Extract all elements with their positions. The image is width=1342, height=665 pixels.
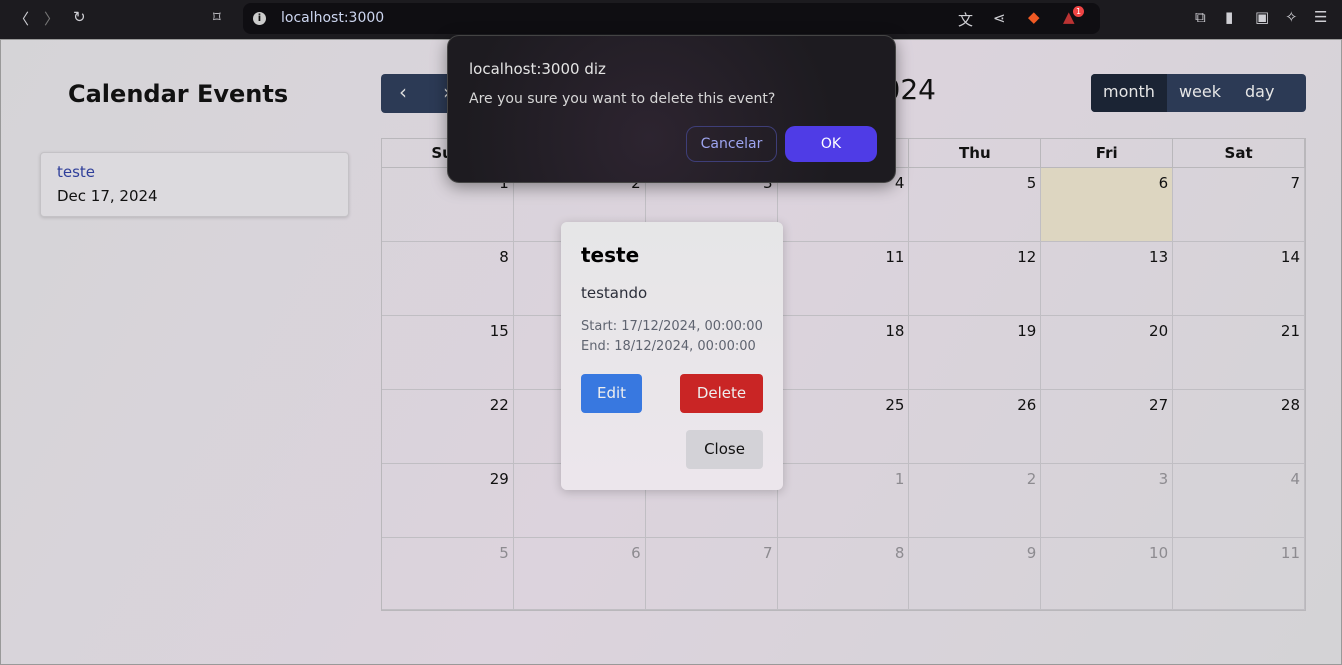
event-list-item[interactable]: teste Dec 17, 2024 [40, 152, 349, 217]
day-cell[interactable]: 26 [909, 390, 1042, 464]
menu-icon[interactable]: ☰ [1314, 8, 1327, 26]
day-cell[interactable]: 5 [909, 168, 1042, 242]
close-button[interactable]: Close [686, 430, 763, 469]
day-cell[interactable]: 7 [1173, 168, 1305, 242]
popup-description: testando [581, 284, 648, 302]
week-row: 15161718192021 [382, 316, 1305, 390]
day-cell[interactable]: 11 [1173, 538, 1305, 610]
prev-month-button[interactable]: ‹ [399, 80, 407, 104]
cancel-button[interactable]: Cancelar [686, 126, 777, 162]
day-cell[interactable]: 19 [909, 316, 1042, 390]
day-cell[interactable]: 1 [777, 464, 910, 538]
weekday-fri: Fri [1041, 139, 1174, 168]
day-cell[interactable]: 25 [777, 390, 910, 464]
brave-shields-icon[interactable]: ◆ [1028, 8, 1040, 26]
month-grid: SunMonTueWedThuFriSat 123456789101112131… [381, 138, 1306, 611]
event-name: teste [57, 163, 96, 181]
day-cell[interactable]: 15 [382, 316, 514, 390]
ok-button[interactable]: OK [785, 126, 877, 162]
weekday-thu: Thu [909, 139, 1042, 168]
bookmark-icon[interactable]: ⌑ [213, 8, 221, 26]
dialog-message: Are you sure you want to delete this eve… [469, 91, 776, 107]
reload-icon[interactable]: ↻ [73, 8, 86, 26]
day-cell[interactable]: 18 [777, 316, 910, 390]
day-cell[interactable]: 8 [777, 538, 910, 610]
leo-ai-icon[interactable]: ✧ [1285, 8, 1298, 26]
wallet-icon[interactable]: ▣ [1255, 8, 1269, 26]
view-month-button[interactable]: month [1091, 74, 1167, 112]
day-cell[interactable]: 8 [382, 242, 514, 316]
day-cell[interactable]: 9 [909, 538, 1042, 610]
share-icon[interactable]: ⋖ [993, 9, 1006, 27]
extensions-icon[interactable]: ⧉ [1195, 8, 1206, 26]
url-text: localhost:3000 [281, 10, 385, 26]
weekday-sat: Sat [1173, 139, 1305, 168]
day-cell[interactable]: 5 [382, 538, 514, 610]
week-row: 891011121314 [382, 242, 1305, 316]
day-cell[interactable]: 20 [1041, 316, 1174, 390]
sidebar-icon[interactable]: ▮ [1225, 8, 1233, 26]
info-icon[interactable]: i [253, 12, 266, 25]
confirm-dialog: localhost:3000 diz Are you sure you want… [447, 35, 896, 183]
edit-button[interactable]: Edit [581, 374, 642, 413]
day-cell[interactable]: 6 [513, 538, 646, 610]
week-row: 2930311234 [382, 464, 1305, 538]
day-cell[interactable]: 29 [382, 464, 514, 538]
translate-icon[interactable]: 文 [958, 9, 973, 30]
week-row: 22232425262728 [382, 390, 1305, 464]
page-title: Calendar Events [68, 80, 289, 108]
popup-start: Start: 17/12/2024, 00:00:00 [581, 319, 763, 334]
week-row: 5 6 7 8 9 10 11 [382, 538, 1305, 610]
day-cell[interactable]: 11 [777, 242, 910, 316]
dialog-header: localhost:3000 diz [469, 60, 606, 78]
day-cell[interactable]: 28 [1173, 390, 1305, 464]
address-bar[interactable]: i localhost:3000 文 ⋖ ◆ ▲ 1 [243, 3, 1100, 34]
back-icon[interactable]: 〈 [14, 8, 29, 29]
day-cell[interactable]: 4 [1173, 464, 1305, 538]
day-cell[interactable]: 14 [1173, 242, 1305, 316]
view-week-button[interactable]: week [1167, 74, 1233, 112]
day-cell[interactable]: 2 [909, 464, 1042, 538]
day-cell[interactable]: 10 [1041, 538, 1174, 610]
day-cell[interactable]: 12 [909, 242, 1042, 316]
day-cell[interactable]: 3 [1041, 464, 1174, 538]
forward-icon[interactable]: 〉 [44, 8, 59, 29]
day-cell[interactable]: 6 [1041, 168, 1174, 242]
day-cell[interactable]: 21 [1173, 316, 1305, 390]
popup-end: End: 18/12/2024, 00:00:00 [581, 339, 756, 354]
browser-toolbar: 〈 〉 ↻ ⌑ i localhost:3000 文 ⋖ ◆ ▲ 1 ⧉ ▮ ▣… [0, 0, 1342, 39]
day-cell[interactable]: 7 [645, 538, 778, 610]
day-cell[interactable]: 22 [382, 390, 514, 464]
view-day-button[interactable]: day [1233, 74, 1286, 112]
event-details-popup: teste testando Start: 17/12/2024, 00:00:… [561, 222, 783, 490]
delete-button[interactable]: Delete [680, 374, 763, 413]
event-date: Dec 17, 2024 [57, 187, 158, 205]
view-switcher: month week day [1091, 74, 1306, 112]
rewards-badge: 1 [1073, 6, 1084, 17]
popup-title: teste [581, 243, 640, 267]
day-cell[interactable]: 13 [1041, 242, 1174, 316]
day-cell[interactable]: 27 [1041, 390, 1174, 464]
